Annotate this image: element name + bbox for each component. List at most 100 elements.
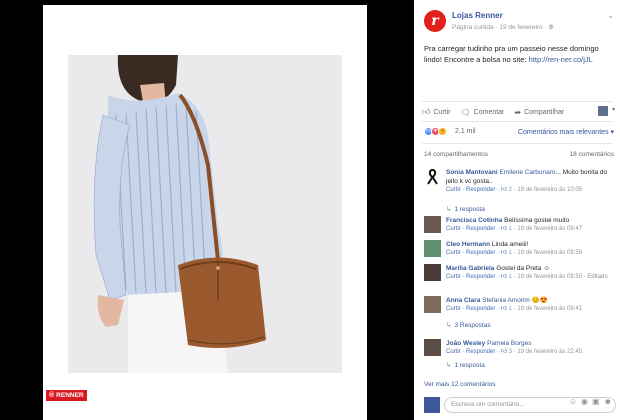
comment-button[interactable]: 🗨︎ Comentar <box>461 108 505 117</box>
renner-logo-icon: ® <box>49 392 55 399</box>
comment-body: Francisca Cotinha Belíssima gostei muito… <box>446 216 618 234</box>
view-more-comments-link[interactable]: Ver mais 12 comentários <box>424 381 496 388</box>
renner-brand-tag: ® RENNER <box>46 390 87 401</box>
post-side-panel: r Lojas Renner Página curtida · 19 de fe… <box>414 0 620 420</box>
viewer: ® RENNER r Lojas Renner Página curtida ·… <box>0 0 620 420</box>
thumbs-up-icon: 👍︎ <box>500 187 507 193</box>
thumbs-up-icon: 👍︎ <box>500 226 507 232</box>
commenter-avatar[interactable] <box>424 339 441 356</box>
view-replies-link[interactable]: ↳ 1 resposta <box>446 205 485 213</box>
caret-down-icon[interactable]: ▾ <box>612 106 615 113</box>
divider <box>422 121 612 122</box>
product-photo-illustration <box>68 55 342 373</box>
gif-icon[interactable]: ▣ <box>592 397 600 406</box>
comment-date: · 19 de fevereiro às 09:50 · Editado <box>511 274 608 280</box>
comment-author[interactable]: Cleo Hermann <box>446 241 490 248</box>
comment-body: Cleo Hermann Linda ameiii! Curtir · Resp… <box>446 240 618 258</box>
camera-icon[interactable]: ◉ <box>581 397 588 406</box>
comment-meta: Curtir · Responder · 👍︎ 3 · 19 de fevere… <box>446 348 618 357</box>
comment-date: · 19 de fevereiro às 10:05 <box>511 187 583 193</box>
comment-actions[interactable]: Curtir · Responder · <box>446 226 501 232</box>
share-arrow-icon: ➦ <box>514 107 522 117</box>
reaction-count: 2,1 mil <box>455 128 476 135</box>
comment-body: João Wesley Pamela Borges Curtir · Respo… <box>446 339 618 357</box>
reply-arrow-icon: ↳ <box>446 362 452 369</box>
comment-text: Linda ameiii! <box>491 241 529 248</box>
comment-body: Sonia Mantovani Emilene Carbonaro... Mui… <box>446 168 618 195</box>
brand-tag-label: RENNER <box>56 392 84 399</box>
reaction-icons: 👍︎ ♥ • <box>424 127 447 136</box>
current-user-avatar <box>424 397 440 413</box>
commenter-avatar[interactable] <box>424 264 441 281</box>
comment-actions[interactable]: Curtir · Responder · <box>446 250 501 256</box>
post-header: r Lojas Renner Página curtida · 19 de fe… <box>422 8 616 38</box>
sticker-icon[interactable]: ☻ <box>604 397 612 406</box>
comment-actions[interactable]: Curtir · Responder · <box>446 306 501 312</box>
comment-date: · 19 de fevereiro às 09:59 <box>511 250 583 256</box>
comment-meta: Curtir · Responder · 👍︎ 1 · 19 de fevere… <box>446 249 618 258</box>
post-options-chevron-icon[interactable]: ⌄ <box>607 11 614 20</box>
thumbs-up-icon: 👍︎ <box>422 107 431 116</box>
comment-tag[interactable]: Stefania Amorim <box>482 297 530 304</box>
like-button[interactable]: 👍︎ Curtir <box>422 107 451 117</box>
comment-tag[interactable]: Emilene Carbonaro <box>499 169 555 176</box>
post-actions: 👍︎ Curtir 🗨︎ Comentar ➦ Compartilhar ▾ <box>422 103 615 121</box>
post-text: Pra carregar tudinho pra um passeio ness… <box>424 43 614 65</box>
thumbs-up-icon: 👍︎ <box>500 274 507 280</box>
comment-date: · 19 de fevereiro às 09:41 <box>511 306 583 312</box>
post-link[interactable]: http://ren-ner.co/jJL <box>529 55 593 64</box>
comment-date: · 19 de fevereiro às 22:45 <box>511 349 583 355</box>
reply-arrow-icon: ↳ <box>446 322 452 329</box>
commenter-avatar[interactable] <box>424 296 441 313</box>
post-photo[interactable] <box>68 55 342 373</box>
globe-icon: 🌐︎ <box>548 24 554 31</box>
comment-tag[interactable]: Pamela Borges <box>487 340 531 347</box>
reactions-summary[interactable]: 👍︎ ♥ • 2,1 mil Comentários mais relevant… <box>424 126 614 138</box>
emoji-icon[interactable]: ☺ <box>569 397 577 406</box>
commenter-avatar[interactable] <box>424 240 441 257</box>
comment-label: Comentar <box>473 108 505 116</box>
post-counts: 14 compartilhamentos 18 comentários <box>424 151 614 158</box>
wow-reaction-icon: • <box>438 127 447 136</box>
comment-input-icons: ☺ ◉ ▣ ☻ <box>569 397 612 406</box>
comment-author[interactable]: Anna Clara <box>446 297 480 304</box>
divider <box>422 101 612 102</box>
share-as-avatar[interactable] <box>598 106 608 116</box>
share-label: Compartilhar <box>524 108 565 116</box>
comment-author[interactable]: Francisca Cotinha <box>446 217 502 224</box>
comment-actions[interactable]: Curtir · Responder · <box>446 274 501 280</box>
thumbs-up-icon: 👍︎ <box>500 306 507 312</box>
thumbs-up-icon: 👍︎ <box>500 250 507 256</box>
page-name-link[interactable]: Lojas Renner <box>452 11 503 20</box>
replies-label: 1 resposta <box>454 206 485 213</box>
shares-count-link[interactable]: 14 compartilhamentos <box>424 151 488 158</box>
post-meta: Página curtida · 19 de fevereiro · 🌐︎ <box>452 24 554 32</box>
comment-meta: Curtir · Responder · 👍︎ 1 · 19 de fevere… <box>446 225 618 234</box>
comment-actions[interactable]: Curtir · Responder · <box>446 349 501 355</box>
comment-text: Belíssima gostei muito <box>504 217 570 224</box>
post-meta-text: Página curtida · 19 de fevereiro · <box>452 24 549 31</box>
comment-sort-dropdown[interactable]: Comentários mais relevantes ▾ <box>518 128 614 136</box>
comment-text: Gostei da Preta ☺ <box>496 265 550 272</box>
page-avatar[interactable]: r <box>424 10 446 32</box>
comment-actions[interactable]: Curtir · Responder · <box>446 187 501 193</box>
renner-logo-icon: r <box>431 13 439 29</box>
divider <box>422 143 612 144</box>
black-ribbon-avatar[interactable] <box>424 168 441 185</box>
write-comment-row: Escreva um comentário... ☺ ◉ ▣ ☻ <box>422 395 618 415</box>
comment-author[interactable]: Sonia Mantovani <box>446 169 498 176</box>
like-label: Curtir <box>433 108 451 116</box>
comment-author[interactable]: João Wesley <box>446 340 485 347</box>
photo-panel: ® RENNER <box>43 5 367 420</box>
view-replies-link[interactable]: ↳ 1 resposta <box>446 361 485 369</box>
view-replies-link[interactable]: ↳ 3 Respostas <box>446 321 491 329</box>
share-button[interactable]: ➦ Compartilhar <box>514 108 564 117</box>
ribbon-icon <box>427 168 438 185</box>
comment-body: Anna Clara Stefania Amorim 😊😍 Curtir · R… <box>446 296 618 314</box>
comment-meta: Curtir · Responder · 👍︎ 1 · 19 de fevere… <box>446 273 618 282</box>
reply-arrow-icon: ↳ <box>446 206 452 213</box>
comment-text: 😊😍 <box>531 297 548 304</box>
comment-meta: Curtir · Responder · 👍︎ 2 · 19 de fevere… <box>446 186 618 195</box>
comment-author[interactable]: Marilia Gabriela <box>446 265 494 272</box>
commenter-avatar[interactable] <box>424 216 441 233</box>
